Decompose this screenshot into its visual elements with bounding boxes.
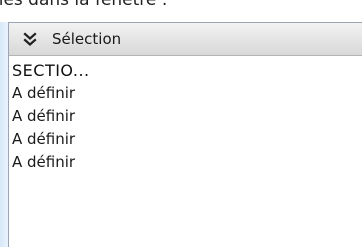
selection-panel-header[interactable]: Sélection <box>9 23 362 56</box>
list-item[interactable]: A définir <box>12 128 362 151</box>
window-edge <box>0 22 8 247</box>
double-chevron-down-icon[interactable] <box>22 31 38 47</box>
selection-panel: Sélection SECTIO... A définir A définir … <box>8 22 362 247</box>
selection-list: SECTIO... A définir A définir A définir … <box>9 56 362 174</box>
background-caption-text: liés dans la fenêtre : <box>0 0 168 10</box>
list-item[interactable]: A définir <box>12 105 362 128</box>
list-item[interactable]: A définir <box>12 82 362 105</box>
list-item[interactable]: A définir <box>12 151 362 174</box>
list-item[interactable]: SECTIO... <box>12 59 362 82</box>
panel-title: Sélection <box>52 30 122 48</box>
